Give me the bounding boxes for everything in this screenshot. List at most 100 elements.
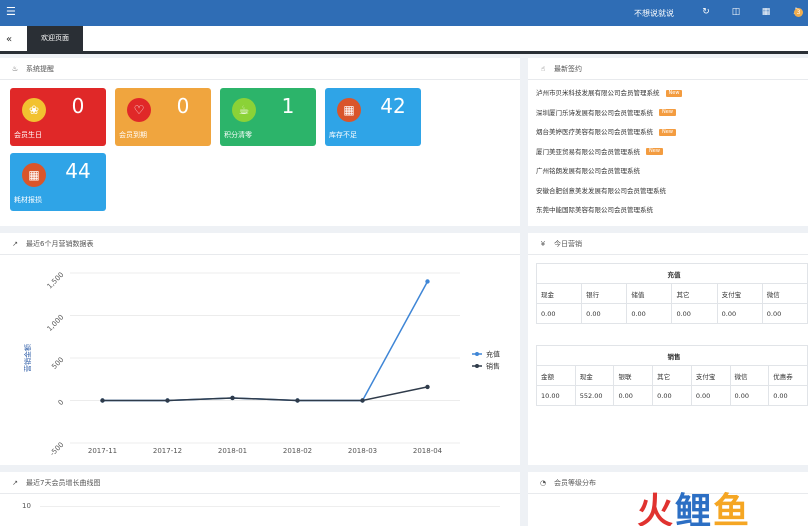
- y-axis-label: 营销金额: [23, 344, 32, 372]
- table-title: 销售: [536, 345, 808, 366]
- thumbs-up-icon: ☝: [540, 65, 546, 73]
- recharge-table: 充值 现金 银行 储值 其它 支付宝 微信 0.00 0.00 0.00 0.00 0.00 0.00: [535, 263, 808, 324]
- table-cell: 552.00: [574, 385, 615, 406]
- column-header: 支付宝: [716, 283, 763, 304]
- panel-title: 今日营销: [554, 240, 582, 248]
- y-tick-label: -500: [49, 441, 66, 458]
- alert-tile[interactable]: ♡ 0 会员到期: [115, 88, 211, 146]
- tile-value: 1: [281, 94, 295, 118]
- tile-label: 耗材报损: [14, 196, 42, 204]
- system-alerts-panel: ♨ 系统提醒 ❀ 0 会员生日 ♡ 0 会员到期 ☕ 1 积分清零 ▦ 42 库存不足 ▦ 44 耗材报损: [0, 58, 520, 226]
- news-link[interactable]: 深圳厦门乐诗发展有限公司会员管理系统: [536, 109, 653, 117]
- legend-marker: [475, 352, 479, 356]
- table-cell: 0.00: [613, 385, 654, 406]
- data-point: [230, 395, 235, 401]
- data-point: [100, 398, 105, 403]
- monitor-icon[interactable]: ◫: [730, 6, 742, 18]
- tile-label: 积分清零: [224, 131, 252, 139]
- calculator-icon[interactable]: ▦: [760, 6, 772, 18]
- table-cell: 0.00: [581, 303, 628, 324]
- panel-title: 会员等级分布: [554, 479, 596, 487]
- sales-line-chart: -500 0 500 1,000 1,500 2017-11 2017-12 2018-01 2…: [23, 271, 500, 458]
- news-link[interactable]: 东莞中能国际美容有限公司会员管理系统: [536, 206, 653, 214]
- panel-title: 最新签约: [554, 65, 582, 73]
- watermark-char: 鱼: [713, 491, 752, 526]
- news-item[interactable]: 东莞中能国际美容有限公司会员管理系统: [536, 205, 682, 225]
- bell-icon[interactable]: ♫3: [788, 6, 804, 18]
- column-header: 支付宝: [690, 365, 731, 386]
- column-header: 微信: [761, 283, 808, 304]
- table-cell: 0.00: [652, 385, 692, 406]
- alert-tile[interactable]: ▦ 42 库存不足: [325, 88, 421, 146]
- line-chart-icon: ↗: [12, 240, 18, 248]
- y-tick-label: 1,500: [46, 271, 66, 291]
- news-link[interactable]: 广州铭朗发展有限公司会员管理系统: [536, 167, 640, 175]
- tile-value: 0: [176, 94, 190, 118]
- panel-title: 最近6个月营销数据表: [26, 240, 94, 248]
- column-header: 其它: [652, 365, 692, 386]
- panel-title: 最近7天会员增长曲线图: [26, 479, 101, 487]
- tab-welcome[interactable]: 欢迎页面: [27, 26, 83, 51]
- news-item[interactable]: 烟台美婷医疗美容有限公司会员管理系统 New: [536, 127, 682, 147]
- alert-tile[interactable]: ☕ 1 积分清零: [220, 88, 316, 146]
- series-line: [102, 281, 429, 402]
- menu-icon[interactable]: ☰: [6, 5, 16, 18]
- news-item[interactable]: 安徽合肥创意美发发展有限公司会员管理系统: [536, 186, 682, 206]
- column-header: 其它: [671, 283, 718, 304]
- x-tick-label: 2018-02: [283, 447, 312, 455]
- column-header: 现金: [574, 365, 615, 386]
- news-item[interactable]: 深圳厦门乐诗发展有限公司会员管理系统 New: [536, 108, 682, 128]
- news-link[interactable]: 烟台美婷医疗美容有限公司会员管理系统: [536, 128, 653, 136]
- table-cell: 0.00: [729, 385, 770, 406]
- notification-badge: 3: [794, 8, 803, 17]
- table-title: 充值: [536, 263, 808, 284]
- x-tick-label: 2018-01: [218, 447, 247, 455]
- favorite-link[interactable]: 不想说就说: [634, 8, 674, 19]
- new-badge: New: [665, 89, 683, 97]
- sales-chart-panel: ↗ 最近6个月营销数据表 -500 0 500 1,000 1,500 2017-11 201…: [0, 233, 520, 465]
- tile-label: 库存不足: [329, 131, 357, 139]
- tab-back-button[interactable]: «: [6, 34, 12, 45]
- news-link[interactable]: 安徽合肥创意美发发展有限公司会员管理系统: [536, 187, 666, 195]
- tile-label: 会员到期: [119, 131, 147, 139]
- tab-bar: « 欢迎页面: [0, 26, 808, 54]
- watermark-char: 鲤: [675, 491, 714, 526]
- series-line: [102, 386, 428, 402]
- tile-value: 0: [71, 94, 85, 118]
- tile-label: 会员生日: [14, 131, 42, 139]
- table-cell: 0.00: [626, 303, 673, 324]
- x-tick-label: 2018-03: [348, 447, 377, 455]
- tile-value: 44: [65, 159, 91, 183]
- sales-table: 销售 金额 现金 银联 其它 支付宝 微信 优惠券 10.00 552.00 0.00 0.00 0.0…: [536, 345, 808, 406]
- member-growth-panel: ↗ 最近7天会员增长曲线图 10: [0, 472, 520, 526]
- today-sales-panel: ¥ 今日营销 充值 现金 银行 储值 其它 支付宝 微信 0.00 0.00 0.00 0.00 0.0…: [528, 233, 808, 465]
- legend-label: 充值: [486, 350, 500, 359]
- column-header: 银联: [613, 365, 654, 386]
- news-link[interactable]: 泸州市贝米科技发展有限公司会员管理系统: [536, 89, 660, 97]
- panel-title: 系统提醒: [26, 65, 54, 73]
- table-cell: 10.00: [536, 385, 576, 406]
- line-chart-icon: ↗: [12, 479, 18, 487]
- box-icon: ▦: [337, 98, 361, 122]
- news-item[interactable]: 泸州市贝米科技发展有限公司会员管理系统 New: [536, 88, 683, 108]
- column-header: 优惠券: [768, 365, 808, 386]
- legend-marker: [475, 364, 479, 368]
- cup-icon: ☕: [232, 98, 256, 122]
- data-point: [360, 398, 365, 403]
- news-item[interactable]: 厦门美亚贸易有限公司会员管理系统 New: [536, 147, 682, 167]
- table-cell: 0.00: [761, 303, 808, 324]
- legend-label: 销售: [486, 362, 500, 371]
- table-cell: 0.00: [690, 385, 731, 406]
- news-link[interactable]: 厦门美亚贸易有限公司会员管理系统: [536, 148, 640, 156]
- y-tick-label: 0: [57, 398, 66, 407]
- news-item[interactable]: 广州铭朗发展有限公司会员管理系统: [536, 166, 682, 186]
- top-navbar: ☰ 不想说就说 ↻ ◫ ▦ ♫3: [0, 0, 808, 26]
- table-cell: 0.00: [716, 303, 763, 324]
- alert-tile[interactable]: ❀ 0 会员生日: [10, 88, 106, 146]
- new-badge: New: [659, 128, 676, 136]
- alert-tile[interactable]: ▦ 44 耗材报损: [10, 153, 106, 211]
- y-tick-label: 500: [50, 356, 65, 371]
- latest-signings-panel: ☝ 最新签约 泸州市贝米科技发展有限公司会员管理系统 New 深圳厦门乐诗发展有限公司…: [528, 58, 808, 226]
- data-point: [425, 279, 430, 284]
- refresh-icon[interactable]: ↻: [700, 6, 712, 18]
